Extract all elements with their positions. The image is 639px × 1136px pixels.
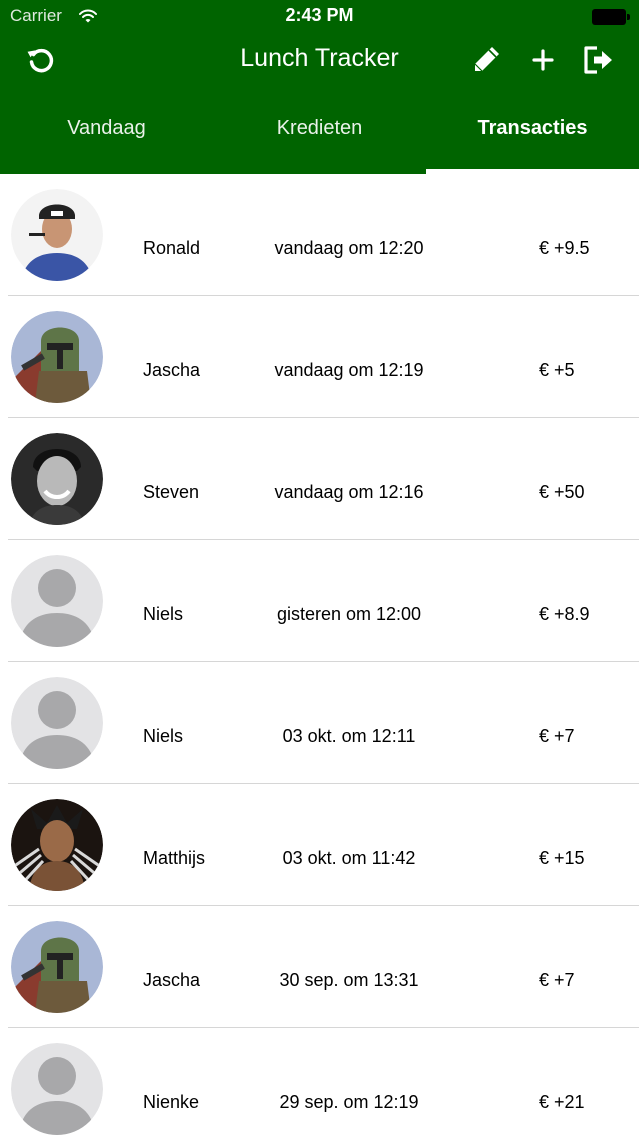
add-button[interactable]	[526, 43, 560, 77]
transaction-name: Nienke	[143, 1092, 200, 1112]
user-avatar	[11, 311, 103, 403]
transaction-date: 03 okt. om 12:11	[282, 726, 416, 746]
transaction-name: Niels	[143, 726, 184, 746]
user-avatar	[11, 799, 103, 891]
user-avatar	[11, 189, 103, 281]
transaction-amount: € +15	[539, 848, 585, 868]
transaction-row[interactable]: Matthijs 03 okt. om 11:42 € +15	[0, 784, 639, 906]
transaction-amount: € +50	[539, 482, 585, 502]
transaction-row[interactable]: Steven vandaag om 12:16 € +50	[0, 418, 639, 540]
transaction-amount: € +21	[539, 1092, 585, 1112]
logout-icon	[584, 46, 612, 74]
transaction-row[interactable]: Jascha 30 sep. om 13:31 € +7	[0, 906, 639, 1028]
transaction-row[interactable]: Ronald vandaag om 12:20 € +9.5	[0, 174, 639, 296]
placeholder-avatar	[11, 555, 103, 647]
transaction-date: vandaag om 12:19	[274, 360, 424, 380]
transaction-name: Ronald	[143, 238, 201, 258]
transaction-row[interactable]: Niels 03 okt. om 12:11 € +7	[0, 662, 639, 784]
app-header: Carrier 2:43 PM Lunch Tracker Vandaag Kr…	[0, 0, 639, 174]
tab-label: Kredieten	[276, 117, 363, 139]
tab-label: Vandaag	[67, 117, 146, 139]
transaction-row[interactable]: Niels gisteren om 12:00 € +8.9	[0, 540, 639, 662]
tab-bar: Vandaag Kredieten Transacties	[0, 104, 639, 174]
status-bar: Carrier 2:43 PM	[0, 0, 639, 34]
transaction-amount: € +9.5	[539, 238, 590, 258]
transaction-amount: € +8.9	[539, 604, 590, 624]
tab-transacties[interactable]: Transacties	[426, 104, 639, 174]
user-avatar	[11, 433, 103, 525]
transaction-date: 03 okt. om 11:42	[282, 848, 416, 868]
transaction-name: Jascha	[143, 360, 201, 380]
transaction-row[interactable]: Nienke 29 sep. om 12:19 € +21	[0, 1028, 639, 1136]
tab-kredieten[interactable]: Kredieten	[213, 104, 426, 174]
placeholder-avatar	[11, 1043, 103, 1135]
logout-button[interactable]	[581, 43, 615, 77]
transaction-date: vandaag om 12:16	[274, 482, 424, 502]
transaction-date: 30 sep. om 13:31	[279, 970, 419, 990]
transaction-date: vandaag om 12:20	[274, 238, 424, 258]
placeholder-avatar	[11, 677, 103, 769]
status-time: 2:43 PM	[285, 5, 354, 25]
pencil-icon	[474, 47, 499, 72]
transaction-date: gisteren om 12:00	[276, 604, 422, 624]
transaction-amount: € +5	[539, 360, 575, 380]
user-avatar	[11, 921, 103, 1013]
battery-icon	[592, 9, 630, 25]
transaction-name: Niels	[143, 604, 184, 624]
tab-label: Transacties	[477, 117, 588, 139]
transaction-amount: € +7	[539, 970, 575, 990]
plus-icon	[532, 49, 554, 71]
transaction-name: Jascha	[143, 970, 201, 990]
transaction-name: Steven	[143, 482, 200, 502]
transaction-amount: € +7	[539, 726, 575, 746]
transaction-row[interactable]: Jascha vandaag om 12:19 € +5	[0, 296, 639, 418]
edit-button[interactable]	[469, 43, 503, 77]
tab-vandaag[interactable]: Vandaag	[0, 104, 213, 174]
transaction-name: Matthijs	[143, 848, 206, 868]
transaction-date: 29 sep. om 12:19	[279, 1092, 419, 1112]
